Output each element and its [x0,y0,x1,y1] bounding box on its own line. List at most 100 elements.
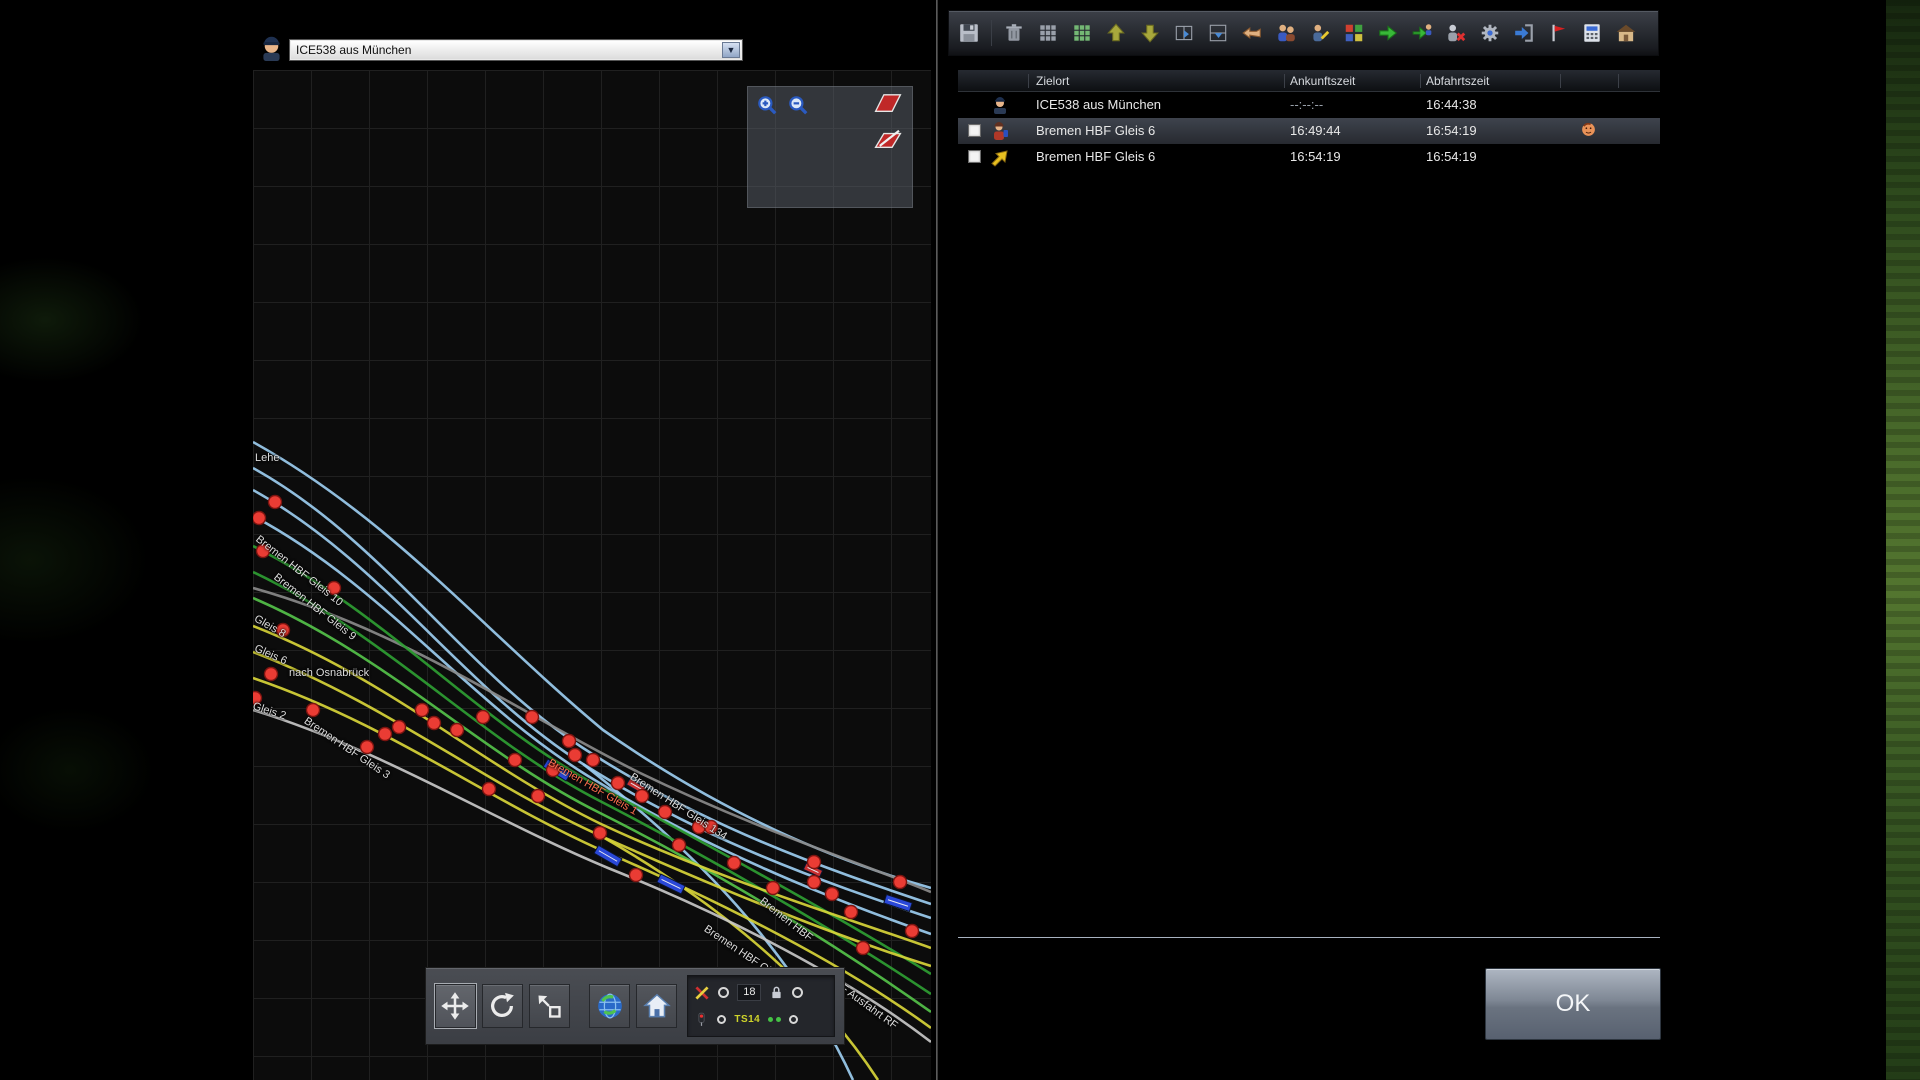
signal-dot[interactable] [808,856,821,869]
row-checkbox[interactable] [968,124,981,137]
ts14-label: TS14 [734,1014,760,1025]
signal-dot[interactable] [767,882,780,895]
color-grid-icon [1343,22,1365,44]
signal-dot[interactable] [416,704,429,717]
signal-dot[interactable] [269,496,282,509]
signal-dot[interactable] [265,668,278,681]
train-selector-value: ICE538 aus München [291,41,722,59]
zoom-out-icon [787,94,809,116]
signal-dot[interactable] [569,749,582,762]
arrow-down-button[interactable] [1134,14,1166,52]
signal-dot[interactable] [526,711,539,724]
person-edit-button[interactable] [1304,14,1336,52]
split-h-button[interactable] [1202,14,1234,52]
zoom-in-button[interactable] [755,94,779,118]
grid-green-button[interactable] [1066,14,1098,52]
signal-dot[interactable] [379,728,392,741]
globe-button[interactable] [589,984,630,1028]
crossing-icon [694,985,710,1001]
zielort-cell: Bremen HBF Gleis 6 [1036,144,1280,170]
track-edit-icon [871,128,905,150]
signal-dot[interactable] [728,857,741,870]
train-selector-dropdown[interactable]: ICE538 aus München ▼ [290,40,742,60]
signal-dot[interactable] [845,906,858,919]
schedule-panel: Zielort Ankunftszeit Abfahrtszeit ICE538… [942,0,1665,1080]
background-scenery-right [1886,0,1920,1080]
table-row[interactable]: Bremen HBF Gleis 616:49:4416:54:19 [958,118,1660,144]
split-v-icon [1173,22,1195,44]
gear-icon [1479,22,1501,44]
signal-dot[interactable] [826,888,839,901]
map-zoom-panel [747,86,913,208]
keypad-icon [1581,22,1603,44]
signal-dot[interactable] [532,790,545,803]
save-icon [958,22,980,44]
grid-gray-button[interactable] [1032,14,1064,52]
radio-ring-icon[interactable] [718,987,729,998]
signal-dot[interactable] [673,839,686,852]
person-x-button[interactable] [1440,14,1472,52]
signal-dot[interactable] [483,783,496,796]
signal-dot[interactable] [253,512,266,525]
column-header-ankunftszeit[interactable]: Ankunftszeit [1290,70,1355,92]
radio-ring-icon[interactable] [792,987,803,998]
checkbox-cell [962,144,988,170]
column-header-zielort[interactable]: Zielort [1036,70,1069,92]
ankunftszeit-cell: --:--:-- [1290,92,1416,118]
rotate-tool-button[interactable] [482,984,523,1028]
table-header: Zielort Ankunftszeit Abfahrtszeit [958,70,1660,92]
arrow-up-button[interactable] [1100,14,1132,52]
home-button[interactable] [636,984,677,1028]
table-body: ICE538 aus München--:--:--16:44:38Bremen… [958,92,1660,170]
signal-dot[interactable] [808,876,821,889]
arrow-down-icon [1139,22,1161,44]
signal-dot[interactable] [857,942,870,955]
signal-dot[interactable] [451,724,464,737]
signal-count-value[interactable]: 18 [737,984,761,1001]
move-tool-button[interactable] [435,984,476,1028]
shed-button[interactable] [1610,14,1642,52]
signal-dot[interactable] [612,777,625,790]
table-row[interactable]: ICE538 aus München--:--:--16:44:38 [958,92,1660,118]
signal-dot[interactable] [563,735,576,748]
signal-dot[interactable] [393,721,406,734]
track-map[interactable]: LeheBremen HBF Gleis 10Bremen HBF Gleis … [253,70,931,1080]
signal-dot[interactable] [428,717,441,730]
hand-button[interactable] [1236,14,1268,52]
exit-door-button[interactable] [1508,14,1540,52]
person-x-icon [1445,22,1467,44]
row-checkbox[interactable] [968,150,981,163]
header-separator [1284,74,1285,88]
green-arrow-person-icon [1411,22,1433,44]
signal-dot[interactable] [894,876,907,889]
gear-button[interactable] [1474,14,1506,52]
ok-button[interactable]: OK [1485,968,1661,1040]
table-row[interactable]: Bremen HBF Gleis 616:54:1916:54:19 [958,144,1660,170]
radio-ring-icon[interactable] [789,1015,798,1024]
flag-button[interactable] [1542,14,1574,52]
chevron-down-icon[interactable]: ▼ [722,42,740,58]
radio-ring-icon[interactable] [717,1015,726,1024]
column-header-abfahrtszeit[interactable]: Abfahrtszeit [1426,70,1489,92]
signal-dot[interactable] [906,925,919,938]
people-button[interactable] [1270,14,1302,52]
map-panel: ICE538 aus München ▼ LeheBremen HBF Glei… [253,0,931,1080]
keypad-button[interactable] [1576,14,1608,52]
signal-dot[interactable] [587,754,600,767]
signal-dot[interactable] [477,711,490,724]
green-arrow-plus-button[interactable] [1372,14,1404,52]
signal-dot[interactable] [594,827,607,840]
green-dots-icon [768,1017,781,1022]
signal-icon [694,1012,709,1027]
green-arrow-person-button[interactable] [1406,14,1438,52]
signal-dot[interactable] [630,869,643,882]
color-grid-button[interactable] [1338,14,1370,52]
track-edit-button[interactable] [871,128,905,152]
transform-tool-button[interactable] [529,984,570,1028]
save-button[interactable] [953,14,985,52]
track-tool-button[interactable] [871,92,905,116]
signal-dot[interactable] [509,754,522,767]
zoom-out-button[interactable] [786,94,810,118]
trash-button[interactable] [998,14,1030,52]
split-v-button[interactable] [1168,14,1200,52]
